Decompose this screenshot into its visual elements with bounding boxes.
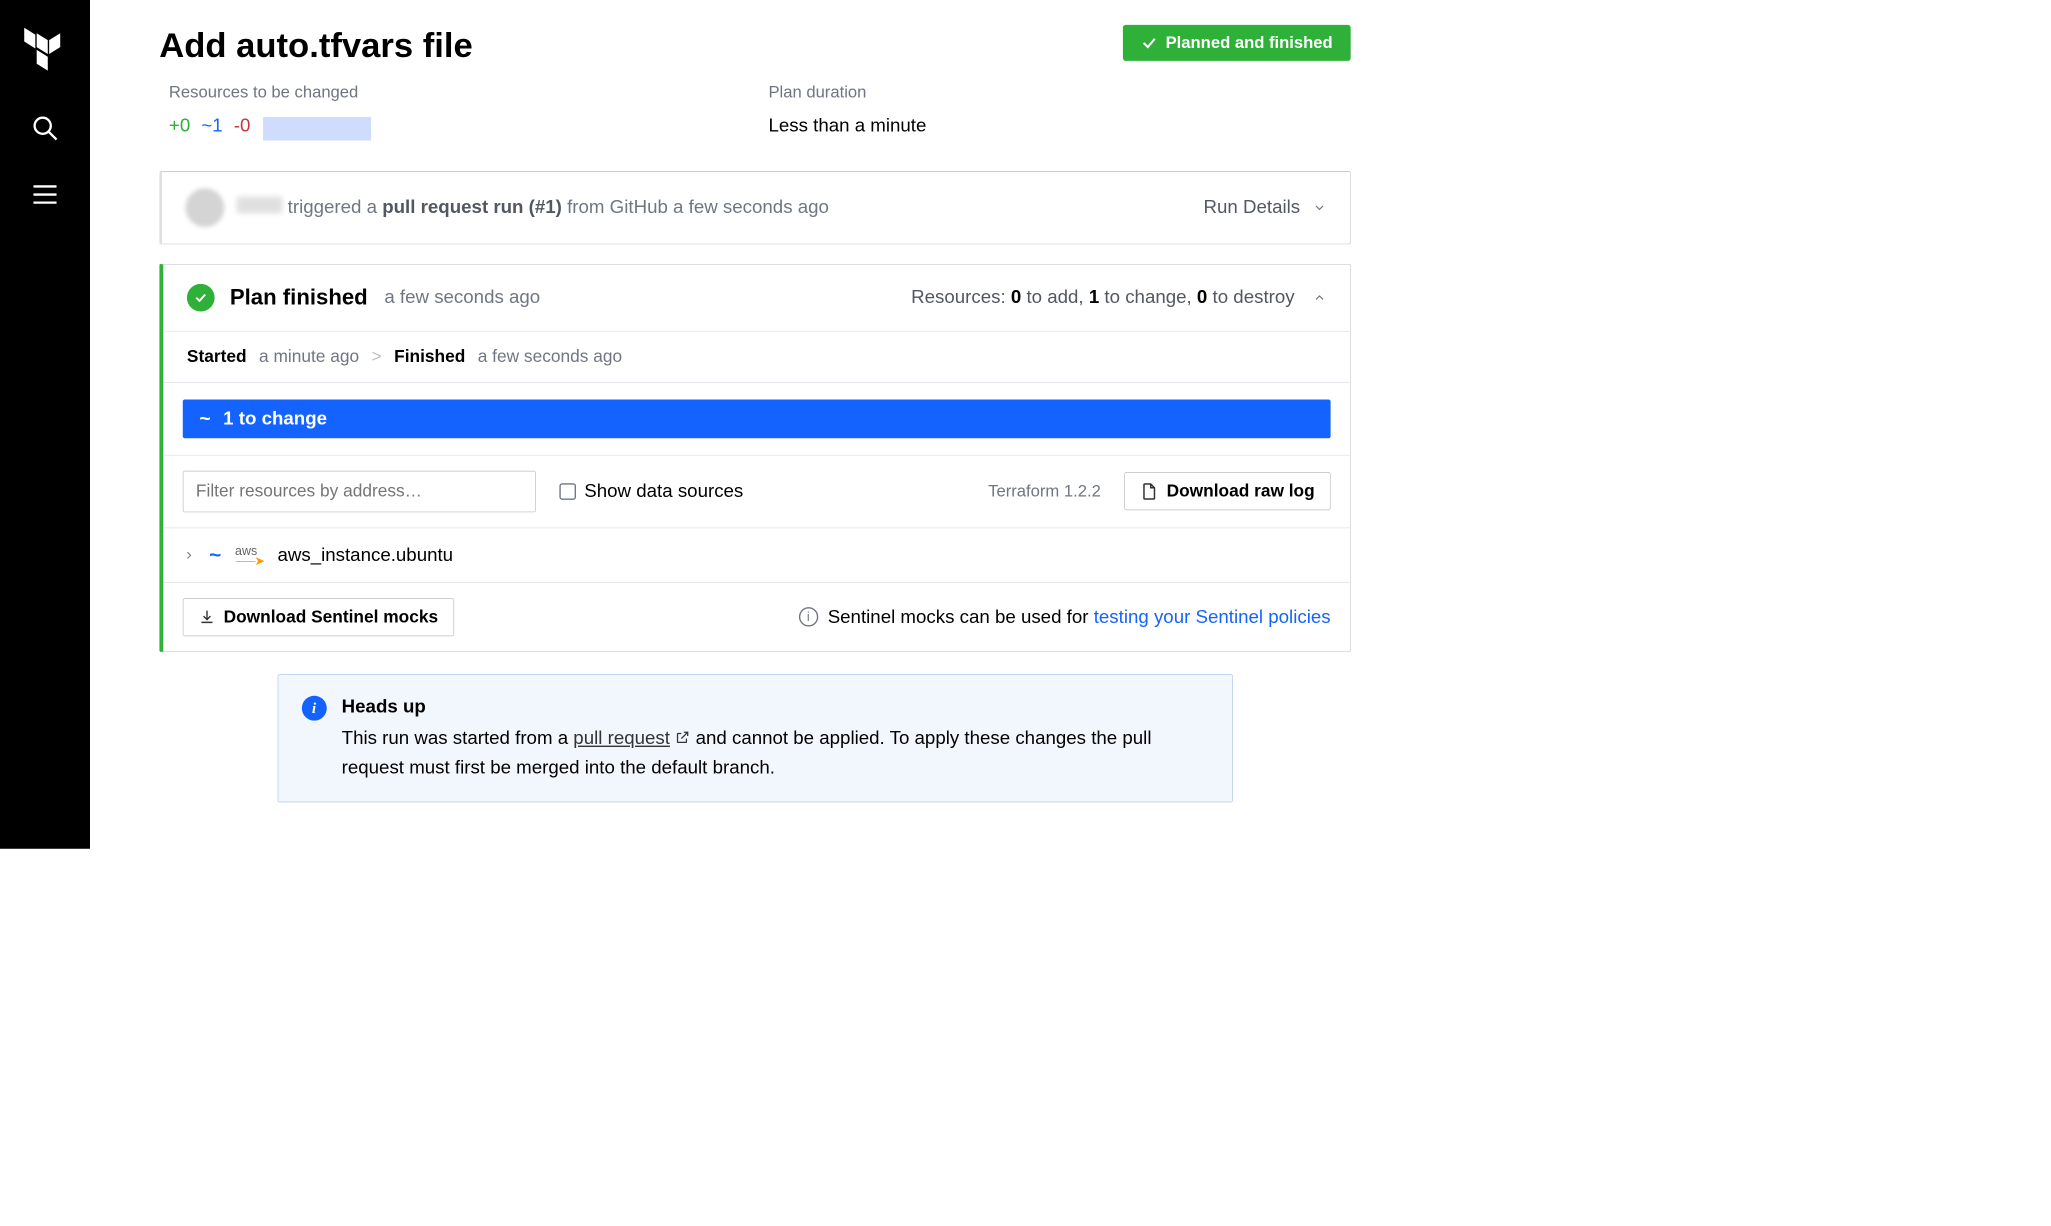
change-tilde-icon: ~ bbox=[209, 543, 221, 567]
duration-value: Less than a minute bbox=[768, 115, 1350, 136]
avatar bbox=[186, 188, 225, 227]
heads-up-banner: i Heads up This run was started from a p… bbox=[277, 674, 1232, 803]
tilde-icon: ~ bbox=[199, 408, 210, 430]
chevron-up-icon bbox=[1313, 291, 1327, 305]
resources-label: Resources to be changed bbox=[169, 83, 769, 102]
terraform-version: Terraform 1.2.2 bbox=[988, 482, 1101, 501]
plan-card: Plan finished a few seconds ago Resource… bbox=[159, 264, 1350, 652]
info-circle-icon: i bbox=[301, 696, 326, 721]
menu-icon[interactable] bbox=[31, 181, 59, 209]
heads-up-title: Heads up bbox=[342, 696, 1209, 717]
sentinel-help-text: i Sentinel mocks can be used for testing… bbox=[799, 606, 1331, 627]
resource-row[interactable]: ~ aws ⸺➤ aws_instance.ubuntu bbox=[163, 528, 1350, 583]
separator: > bbox=[372, 347, 382, 367]
resources-destroy-count: -0 bbox=[234, 115, 251, 136]
checkbox-icon bbox=[559, 483, 576, 500]
duration-label: Plan duration bbox=[768, 83, 1350, 102]
trigger-card: triggered a pull request run (#1) from G… bbox=[159, 171, 1350, 244]
chevron-down-icon bbox=[1313, 201, 1327, 215]
file-icon bbox=[1140, 482, 1158, 500]
status-badge-label: Planned and finished bbox=[1166, 33, 1333, 52]
username-redacted bbox=[237, 197, 283, 214]
search-icon[interactable] bbox=[31, 114, 59, 142]
status-badge: Planned and finished bbox=[1123, 25, 1351, 61]
sentinel-policies-link[interactable]: testing your Sentinel policies bbox=[1094, 606, 1331, 627]
info-icon: i bbox=[799, 607, 818, 626]
plan-time: a few seconds ago bbox=[384, 287, 540, 308]
chevron-right-icon bbox=[183, 549, 195, 561]
heads-up-body: This run was started from a pull request… bbox=[342, 724, 1209, 781]
download-sentinel-mocks-button[interactable]: Download Sentinel mocks bbox=[183, 598, 454, 636]
check-circle-icon bbox=[187, 284, 215, 312]
started-value: a minute ago bbox=[259, 347, 359, 367]
external-link-icon bbox=[675, 725, 690, 753]
pull-request-link[interactable]: pull request bbox=[573, 727, 670, 748]
highlight-bar bbox=[263, 117, 371, 141]
change-banner[interactable]: ~ 1 to change bbox=[183, 399, 1331, 438]
filter-resources-input[interactable] bbox=[183, 471, 536, 513]
resources-add-count: +0 bbox=[169, 115, 190, 136]
trigger-text: triggered a pull request run (#1) from G… bbox=[237, 197, 829, 218]
sidebar bbox=[0, 0, 90, 849]
aws-icon: aws ⸺➤ bbox=[235, 545, 264, 565]
download-raw-log-button[interactable]: Download raw log bbox=[1124, 472, 1330, 510]
finished-label: Finished bbox=[394, 347, 465, 367]
resources-change-count: ~1 bbox=[201, 115, 222, 136]
change-banner-label: 1 to change bbox=[223, 408, 327, 429]
run-details-toggle[interactable]: Run Details bbox=[1204, 197, 1327, 218]
show-data-sources-checkbox[interactable]: Show data sources bbox=[559, 481, 743, 502]
timeline: Started a minute ago > Finished a few se… bbox=[163, 331, 1350, 382]
terraform-logo-icon bbox=[23, 28, 67, 76]
page-title: Add auto.tfvars file bbox=[159, 25, 473, 65]
download-icon bbox=[199, 609, 216, 626]
resource-name: aws_instance.ubuntu bbox=[277, 544, 453, 565]
check-icon bbox=[1141, 35, 1158, 52]
plan-summary: Resources: 0 to add, 1 to change, 0 to d… bbox=[911, 287, 1294, 308]
plan-title: Plan finished bbox=[230, 285, 368, 311]
plan-header[interactable]: Plan finished a few seconds ago Resource… bbox=[163, 264, 1350, 331]
finished-value: a few seconds ago bbox=[478, 347, 622, 367]
main-content: Add auto.tfvars file Planned and finishe… bbox=[90, 0, 1420, 849]
started-label: Started bbox=[187, 347, 247, 367]
